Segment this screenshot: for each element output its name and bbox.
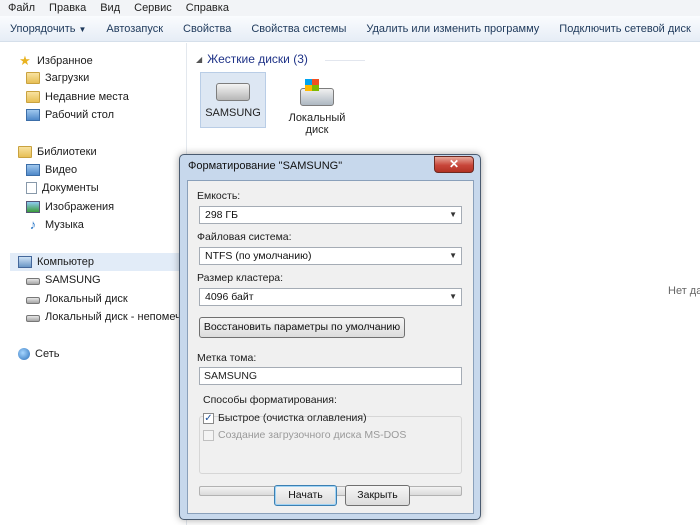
nav-computer[interactable]: Компьютер <box>10 253 186 271</box>
network-icon <box>18 348 30 360</box>
nav-recent[interactable]: Недавние места <box>26 88 129 106</box>
nav-label: Компьютер <box>37 256 94 268</box>
command-bar: Упорядочить ▼ Автозапуск Свойства Свойств… <box>0 16 700 42</box>
nav-label: Библиотеки <box>37 146 97 158</box>
menu-file[interactable]: Файл <box>8 2 35 14</box>
music-icon: ♪ <box>29 217 37 232</box>
desktop-icon <box>26 109 40 121</box>
format-options-group <box>199 416 462 474</box>
boot-disk-label: Создание загрузочного диска MS-DOS <box>218 429 407 441</box>
group-header[interactable]: ◢ Жесткие диски (3) <box>196 52 308 66</box>
chevron-down-icon: ▼ <box>449 210 457 219</box>
dialog-body: Емкость: 298 ГБ ▼ Файловая система: NTFS … <box>187 180 474 514</box>
nav-label: Недавние места <box>45 91 129 103</box>
organize-button[interactable]: Упорядочить ▼ <box>0 18 96 40</box>
library-icon <box>18 146 32 158</box>
menu-edit[interactable]: Правка <box>49 2 86 14</box>
group-title: Жесткие диски (3) <box>207 52 308 66</box>
quick-format-label: Быстрое (очистка оглавления) <box>218 412 367 424</box>
document-icon <box>26 182 37 194</box>
nav-label: SAMSUNG <box>45 274 101 286</box>
group-divider <box>325 60 365 61</box>
chevron-down-icon: ▼ <box>78 24 87 34</box>
capacity-select[interactable]: 298 ГБ ▼ <box>199 206 462 224</box>
close-icon[interactable]: ✕ <box>434 156 474 173</box>
filesystem-label: Файловая система: <box>197 231 292 243</box>
cluster-value: 4096 байт <box>205 291 254 303</box>
properties-button[interactable]: Свойства <box>173 18 241 40</box>
menu-tools[interactable]: Сервис <box>134 2 172 14</box>
nav-label: Локальный диск <box>45 293 128 305</box>
nav-documents[interactable]: Документы <box>26 179 99 197</box>
collapse-icon: ◢ <box>196 54 203 64</box>
menu-bar: Файл Правка Вид Сервис Справка <box>0 0 700 16</box>
nav-libraries[interactable]: Библиотеки <box>18 143 97 161</box>
windows-logo-icon <box>305 79 319 91</box>
nav-local-disk-unlabeled[interactable]: Локальный диск - непомеченный <box>26 308 186 326</box>
hard-drive-icon <box>216 83 250 101</box>
start-button[interactable]: Начать <box>274 485 337 506</box>
checkbox-icon <box>203 429 214 441</box>
star-icon: ★ <box>19 53 31 68</box>
image-icon <box>26 201 40 213</box>
drive-label: SAMSUNG <box>205 107 261 119</box>
computer-icon <box>18 256 32 268</box>
drive-icon <box>26 315 40 322</box>
quick-format-checkbox[interactable]: ✓ Быстрое (очистка оглавления) <box>203 412 367 424</box>
drive-tile-samsung[interactable]: SAMSUNG <box>200 72 266 128</box>
close-button[interactable]: Закрыть <box>345 485 410 506</box>
nav-label: Изображения <box>45 201 115 213</box>
windows-drive-icon <box>300 79 334 106</box>
drive-icon <box>26 278 40 285</box>
volume-label-input[interactable]: SAMSUNG <box>199 367 462 385</box>
drive-tile-local[interactable]: Локальный диск <box>284 78 350 140</box>
format-options-label: Способы форматирования: <box>203 394 337 406</box>
filesystem-value: NTFS (по умолчанию) <box>205 250 312 262</box>
nav-music[interactable]: ♪ Музыка <box>26 216 84 234</box>
format-dialog: Форматирование "SAMSUNG" ✕ Емкость: 298 … <box>179 154 481 520</box>
drive-icon <box>26 297 40 304</box>
autoplay-button[interactable]: Автозапуск <box>96 18 173 40</box>
video-icon <box>26 164 40 176</box>
nav-samsung[interactable]: SAMSUNG <box>26 271 101 289</box>
nav-label: Загрузки <box>45 72 90 84</box>
nav-label: Видео <box>45 164 78 176</box>
nav-label: Рабочий стол <box>45 109 115 121</box>
checkbox-checked-icon: ✓ <box>203 412 214 424</box>
volume-label-caption: Метка тома: <box>197 352 257 364</box>
nav-favorites[interactable]: ★ Избранное <box>18 52 93 70</box>
nav-label: Локальный диск - непомеченный <box>45 311 186 323</box>
nav-desktop[interactable]: Рабочий стол <box>26 106 114 124</box>
drive-label: Локальный диск <box>288 112 346 136</box>
chevron-down-icon: ▼ <box>449 292 457 301</box>
folder-icon <box>26 72 40 84</box>
nav-video[interactable]: Видео <box>26 161 77 179</box>
menu-help[interactable]: Справка <box>186 2 229 14</box>
nav-label: Сеть <box>35 348 60 360</box>
restore-defaults-button[interactable]: Восстановить параметры по умолчанию <box>199 317 405 338</box>
filesystem-select[interactable]: NTFS (по умолчанию) ▼ <box>199 247 462 265</box>
organize-label: Упорядочить <box>10 22 76 35</box>
nav-label: Документы <box>42 182 99 194</box>
nav-label: Избранное <box>37 55 93 67</box>
capacity-value: 298 ГБ <box>205 209 239 221</box>
dialog-title: Форматирование "SAMSUNG" <box>188 160 343 172</box>
uninstall-button[interactable]: Удалить или изменить программу <box>356 18 549 40</box>
nav-images[interactable]: Изображения <box>26 198 114 216</box>
cluster-label: Размер кластера: <box>197 272 284 284</box>
details-placeholder: Нет данных <box>668 285 700 297</box>
recent-places-icon <box>26 91 40 103</box>
system-properties-button[interactable]: Свойства системы <box>241 18 356 40</box>
nav-label: Музыка <box>45 219 84 231</box>
nav-network[interactable]: Сеть <box>18 345 59 363</box>
map-drive-button[interactable]: Подключить сетевой диск <box>549 18 700 40</box>
nav-downloads[interactable]: Загрузки <box>26 69 89 87</box>
menu-view[interactable]: Вид <box>100 2 120 14</box>
nav-local-disk[interactable]: Локальный диск <box>26 290 128 308</box>
chevron-down-icon: ▼ <box>449 251 457 260</box>
boot-disk-checkbox: Создание загрузочного диска MS-DOS <box>203 429 406 441</box>
cluster-select[interactable]: 4096 байт ▼ <box>199 288 462 306</box>
capacity-label: Емкость: <box>197 190 241 202</box>
navigation-pane: ★ Избранное Загрузки Недавние места Рабоч… <box>0 43 186 525</box>
